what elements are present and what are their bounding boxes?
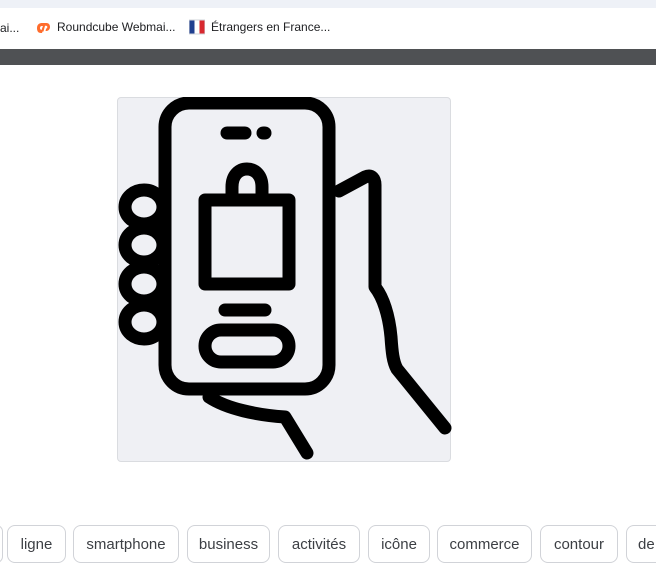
- bookmark-roundcube[interactable]: Roundcube Webmai...: [35, 19, 176, 35]
- tag-chip[interactable]: business: [187, 525, 270, 563]
- tag-label: contour: [553, 535, 605, 553]
- tag-label: activités: [291, 535, 347, 553]
- bookmark-label: ai...: [0, 21, 20, 35]
- browser-top-strip: [0, 0, 656, 8]
- tag-chip[interactable]: [0, 525, 3, 563]
- tag-list: ligne smartphone business activités icôn…: [0, 525, 656, 565]
- phone-shopping-bag-icon: [118, 97, 452, 460]
- tag-chip[interactable]: smartphone: [73, 525, 179, 563]
- bookmarks-bar: ai... Roundcube Webmai... Étrangers en F…: [0, 8, 656, 49]
- bookmark-etrangers-en-france[interactable]: Étrangers en France...: [188, 19, 331, 35]
- tag-chip[interactable]: icône: [368, 525, 430, 563]
- french-flag-icon: [188, 19, 206, 35]
- tag-label: de: [638, 535, 655, 553]
- tag-chip[interactable]: activités: [278, 525, 360, 563]
- tag-chip[interactable]: de: [626, 525, 656, 563]
- cpanel-icon: [35, 19, 51, 35]
- tag-chip[interactable]: contour: [540, 525, 618, 563]
- tag-chip[interactable]: ligne: [7, 525, 66, 563]
- tag-label: smartphone: [86, 535, 166, 553]
- bookmark-label: Roundcube Webmai...: [57, 20, 176, 34]
- tag-label: icône: [381, 535, 417, 553]
- page-header-bar: [0, 49, 656, 65]
- tag-label: business: [198, 535, 259, 553]
- bookmark-label: Étrangers en France...: [211, 20, 331, 34]
- tag-chip[interactable]: commerce: [437, 525, 532, 563]
- bookmark-item-1[interactable]: ai...: [0, 21, 19, 35]
- tag-label: commerce: [449, 535, 520, 553]
- tag-label: ligne: [20, 535, 53, 553]
